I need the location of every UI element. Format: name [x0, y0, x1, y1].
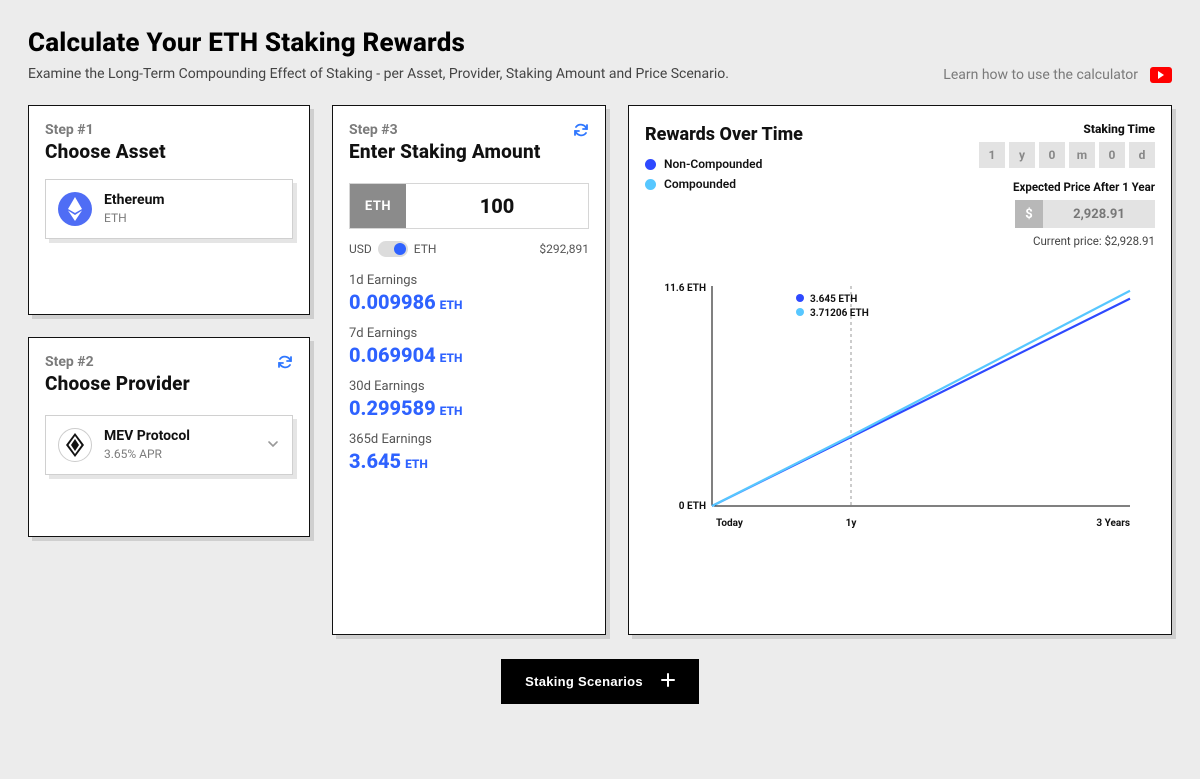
current-price-label: Current price: $2,928.91	[979, 234, 1155, 248]
earnings-label: 365d Earnings	[349, 432, 589, 447]
legend-dot-icon	[645, 179, 656, 190]
provider-selector[interactable]: MEV Protocol 3.65% APR	[45, 415, 293, 475]
legend-dot-icon	[645, 159, 656, 170]
svg-text:11.6 ETH: 11.6 ETH	[664, 283, 706, 294]
youtube-icon[interactable]	[1150, 67, 1172, 83]
provider-apr: 3.65% APR	[104, 447, 190, 461]
refresh-icon[interactable]	[277, 354, 293, 374]
legend-non-compounded: Non-Compounded	[645, 157, 803, 171]
svg-text:1y: 1y	[846, 518, 858, 529]
earnings-value: 3.645ETH	[349, 449, 589, 473]
earnings-unit: ETH	[405, 457, 428, 471]
amount-unit-label: ETH	[350, 184, 406, 228]
earnings-label: 30d Earnings	[349, 379, 589, 394]
usd-label: USD	[349, 242, 372, 256]
chevron-down-icon	[266, 436, 280, 455]
legend-compounded: Compounded	[645, 177, 803, 191]
card-choose-provider: Step #2 Choose Provider MEV Protocol 3.6…	[28, 337, 310, 537]
provider-name: MEV Protocol	[104, 429, 190, 444]
mev-protocol-icon	[58, 428, 92, 462]
time-days-value[interactable]: 0	[1099, 142, 1125, 168]
ethereum-icon	[58, 192, 92, 226]
expected-price-input[interactable]: 2,928.91	[1043, 200, 1155, 228]
earnings-list: 1d Earnings 0.009986ETH 7d Earnings 0.06990…	[349, 273, 589, 473]
page-subtitle: Examine the Long-Term Compounding Effect…	[28, 66, 729, 82]
svg-text:3.645 ETH: 3.645 ETH	[810, 294, 857, 305]
card-choose-asset: Step #1 Choose Asset Ethereum ETH	[28, 105, 310, 315]
time-months-value[interactable]: 0	[1039, 142, 1065, 168]
step3-title: Enter Staking Amount	[349, 140, 541, 163]
rewards-line-chart: 11.6 ETH 0 ETH Today 1y 3 Years 3.645 ET…	[645, 256, 1155, 556]
learn-link-wrap: Learn how to use the calculator	[943, 64, 1172, 83]
amount-input[interactable]: ETH 100	[349, 183, 589, 229]
asset-selector[interactable]: Ethereum ETH	[45, 179, 293, 239]
earnings-unit: ETH	[440, 351, 463, 365]
earnings-label: 7d Earnings	[349, 326, 589, 341]
svg-text:3.71206 ETH: 3.71206 ETH	[810, 308, 869, 319]
step3-label: Step #3	[349, 122, 541, 138]
plus-icon	[661, 673, 675, 690]
amount-value[interactable]: 100	[406, 184, 588, 228]
eth-label: ETH	[414, 242, 437, 256]
staking-time-label: Staking Time	[979, 122, 1155, 136]
expected-price-label: Expected Price After 1 Year	[979, 180, 1155, 194]
step2-label: Step #2	[45, 354, 190, 370]
earnings-label: 1d Earnings	[349, 273, 589, 288]
step1-label: Step #1	[45, 122, 293, 138]
chart-title: Rewards Over Time	[645, 124, 803, 145]
svg-text:0 ETH: 0 ETH	[679, 501, 706, 512]
earnings-value: 0.009986ETH	[349, 290, 589, 314]
staking-scenarios-button[interactable]: Staking Scenarios	[501, 659, 699, 704]
earnings-unit: ETH	[440, 404, 463, 418]
time-years-unit: y	[1009, 142, 1035, 168]
step1-title: Choose Asset	[45, 140, 293, 163]
earnings-value: 0.299589ETH	[349, 396, 589, 420]
learn-link[interactable]: Learn how to use the calculator	[943, 67, 1138, 83]
asset-name: Ethereum	[104, 193, 165, 208]
toggle-switch[interactable]	[378, 241, 408, 257]
currency-toggle[interactable]: USD ETH	[349, 241, 436, 257]
time-years-value[interactable]: 1	[979, 142, 1005, 168]
page-title: Calculate Your ETH Staking Rewards	[28, 28, 1172, 58]
currency-symbol: $	[1015, 200, 1043, 228]
step2-title: Choose Provider	[45, 372, 190, 395]
staking-time-input[interactable]: 1 y 0 m 0 d	[979, 142, 1155, 168]
svg-text:3 Years: 3 Years	[1096, 518, 1130, 529]
amount-usd: $292,891	[539, 242, 589, 256]
refresh-icon[interactable]	[573, 122, 589, 142]
asset-symbol: ETH	[104, 211, 165, 225]
card-enter-amount: Step #3 Enter Staking Amount ETH 100 USD	[332, 105, 606, 635]
time-days-unit: d	[1129, 142, 1155, 168]
time-months-unit: m	[1069, 142, 1095, 168]
earnings-value: 0.069904ETH	[349, 343, 589, 367]
staking-scenarios-label: Staking Scenarios	[525, 674, 643, 689]
earnings-unit: ETH	[440, 298, 463, 312]
svg-text:Today: Today	[716, 518, 744, 529]
card-rewards-chart: Rewards Over Time Non-Compounded Compoun…	[628, 105, 1172, 635]
